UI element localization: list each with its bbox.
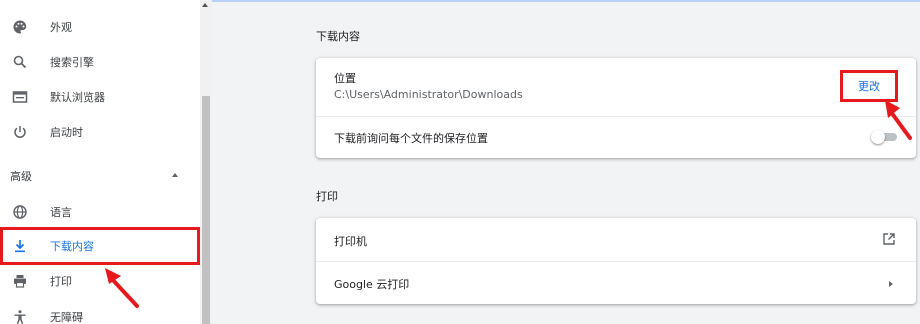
cloud-print-label: Google 云打印 [334,278,410,291]
open-in-new-icon[interactable] [882,232,896,246]
location-label: 位置 [334,72,356,85]
location-row: 位置 C:\Users\Administrator\Downloads 更改 [316,58,916,116]
palette-icon [12,19,28,35]
chevron-right-icon[interactable] [889,281,893,287]
browser-icon [12,89,28,105]
sidebar-item-label: 下载内容 [50,240,94,253]
sidebar-item-search-engine[interactable]: 搜索引擎 [0,47,200,77]
downloads-heading: 下载内容 [316,30,360,43]
sidebar-item-label: 打印 [50,275,72,288]
sidebar-item-label: 无障碍 [50,311,83,324]
print-icon [12,273,28,289]
printing-card: 打印机 Google 云打印 [316,218,916,304]
ask-before-download-toggle[interactable] [871,130,899,144]
download-icon [12,238,28,254]
printers-label: 打印机 [334,235,367,248]
printing-heading: 打印 [316,190,338,203]
chevron-up-icon [172,173,178,177]
ask-before-download-row[interactable]: 下载前询问每个文件的保存位置 [316,117,916,158]
sidebar-advanced-toggle[interactable]: 高级 [0,163,200,189]
sidebar-item-default-browser[interactable]: 默认浏览器 [0,82,200,112]
sidebar-item-label: 语言 [50,206,72,219]
sidebar-item-accessibility[interactable]: 无障碍 [0,302,200,324]
sidebar-item-downloads[interactable]: 下载内容 [0,231,200,261]
sidebar-item-on-startup[interactable]: 启动时 [0,117,200,147]
sidebar-item-label: 默认浏览器 [50,91,105,104]
globe-icon [12,204,28,220]
settings-sidebar: 外观 搜索引擎 默认浏览器 启动时 高级 语言 下载内容 打印 无障碍 [0,0,212,324]
sidebar-item-printing[interactable]: 打印 [0,266,200,296]
accessibility-icon [12,309,28,324]
ask-before-download-label: 下载前询问每个文件的保存位置 [334,132,488,145]
sidebar-item-appearance[interactable]: 外观 [0,12,200,42]
sidebar-item-label: 启动时 [50,126,83,139]
sidebar-item-label: 搜索引擎 [50,56,94,69]
scroll-up-icon[interactable] [202,3,208,7]
top-accent-line [212,0,920,2]
printers-row[interactable]: 打印机 [316,218,916,261]
change-location-button[interactable]: 更改 [840,70,898,102]
downloads-card: 位置 C:\Users\Administrator\Downloads 更改 下… [316,58,916,158]
power-icon [12,124,28,140]
toggle-knob [871,130,885,144]
sidebar-item-languages[interactable]: 语言 [0,197,200,227]
sidebar-scrollbar-thumb[interactable] [202,96,210,324]
location-path: C:\Users\Administrator\Downloads [334,88,523,101]
search-icon [12,54,28,70]
cloud-print-row[interactable]: Google 云打印 [316,262,916,304]
sidebar-advanced-label: 高级 [10,170,32,183]
sidebar-item-label: 外观 [50,21,72,34]
